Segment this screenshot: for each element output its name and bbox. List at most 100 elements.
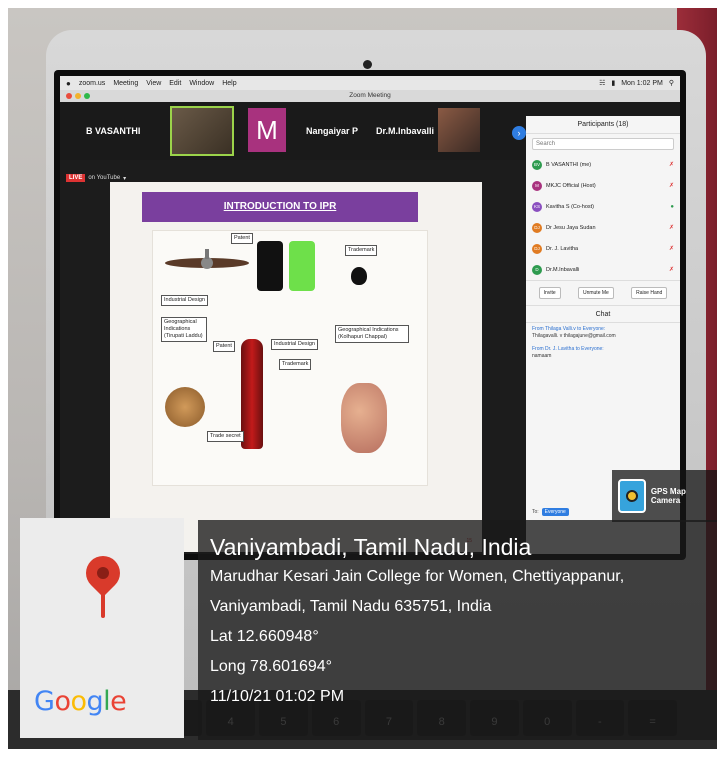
latitude: Lat 12.660948° xyxy=(210,628,319,645)
participant-avatar: DJ xyxy=(532,243,542,254)
window-titlebar: Zoom Meeting xyxy=(60,90,680,102)
tile-name-3: Dr.M.Inbavalli xyxy=(376,126,435,136)
participant-name: Kavitha S (Co-host) xyxy=(546,203,594,210)
participant-row[interactable]: BV B VASANTHI (me) ✗ xyxy=(526,154,680,175)
participants-search-input[interactable]: Search xyxy=(532,138,674,150)
chat-message: From Dr. J. Lavitha to Everyone: namaam xyxy=(526,343,680,363)
coca-cola-bottle-image xyxy=(241,339,263,449)
chat-title: Chat xyxy=(526,305,680,323)
participants-title: Participants (18) xyxy=(526,116,680,134)
shared-slide: INTRODUCTION TO IPR Patent Trademark Ind… xyxy=(110,182,482,552)
chat-recipient: To: Everyone xyxy=(532,508,569,516)
participant-avatar: M xyxy=(532,180,542,191)
mic-icon[interactable]: ● xyxy=(670,204,674,210)
ceiling-fan-image xyxy=(163,249,251,279)
participant-row[interactable]: DJ Dr. J. Lavitha ✗ xyxy=(526,238,680,259)
mic-muted-icon[interactable]: ✗ xyxy=(669,245,674,252)
tile-name-2: Nangaiyar P xyxy=(306,126,359,136)
apple-menu-icon[interactable]: ● xyxy=(66,79,71,88)
invite-button[interactable]: Invite xyxy=(538,287,561,299)
search-icon[interactable]: ⚲ xyxy=(669,79,674,87)
gps-app-label: GPS Map Camera xyxy=(650,487,686,505)
live-label: on YouTube xyxy=(88,175,121,181)
label-geo-left: Geographical Indications (Tirupati Laddu… xyxy=(161,317,207,342)
map-pin-icon xyxy=(78,548,128,598)
menu-app[interactable]: zoom.us xyxy=(79,80,105,87)
google-logo: Google xyxy=(34,686,127,717)
video-tile-active[interactable] xyxy=(170,106,234,156)
label-geo-right: Geographical Indications (Kolhapuri Chap… xyxy=(335,325,409,343)
mic-muted-icon[interactable]: ✗ xyxy=(669,224,674,231)
minimize-icon[interactable] xyxy=(75,93,81,99)
clock[interactable]: Mon 1:02 PM xyxy=(621,80,663,87)
participant-avatar: D xyxy=(532,264,542,275)
webcam xyxy=(363,60,372,69)
location-place: Vaniyambadi, Tamil Nadu, India xyxy=(210,534,532,560)
participant-name: Dr. J. Lavitha xyxy=(546,245,579,252)
participant-avatar: BV xyxy=(532,159,542,170)
apple-logo-image xyxy=(351,267,367,285)
slide-title: INTRODUCTION TO IPR xyxy=(142,192,418,222)
longitude: Long 78.601694° xyxy=(210,658,333,675)
address-line-2: Vaniyambadi, Tamil Nadu 635751, India xyxy=(210,598,492,615)
live-badge: LIVE xyxy=(66,174,86,182)
address-line-1: Marudhar Kesari Jain College for Women, … xyxy=(210,568,625,585)
chat-sender: From Dr. J. Lavitha to Everyone: xyxy=(532,346,604,352)
menu-edit[interactable]: Edit xyxy=(169,80,181,87)
participant-name: MKJC Official (Host) xyxy=(546,182,596,189)
gps-camera-icon xyxy=(618,479,646,513)
close-icon[interactable] xyxy=(66,93,72,99)
laptop-screen: ● zoom.us Meeting View Edit Window Help … xyxy=(60,76,680,554)
mic-muted-icon[interactable]: ✗ xyxy=(669,161,674,168)
menu-help[interactable]: Help xyxy=(222,80,236,87)
location-info: Vaniyambadi, Tamil Nadu, India Marudhar … xyxy=(198,520,717,740)
slide-content: Patent Trademark Industrial Design Geogr… xyxy=(152,230,428,486)
label-industrial-design-left: Industrial Design xyxy=(161,295,208,306)
menubar-status: ☵ ▮ Mon 1:02 PM ⚲ xyxy=(599,79,674,88)
map-pin-tail xyxy=(101,592,105,618)
chat-recipient-select[interactable]: Everyone xyxy=(541,508,569,516)
avatar-tile[interactable]: M xyxy=(248,108,286,152)
chat-text: Thilagavalli. v thilagajune@gmail.com xyxy=(532,333,616,339)
mic-muted-icon[interactable]: ✗ xyxy=(669,182,674,189)
unmute-button[interactable]: Unmute Me xyxy=(577,287,614,299)
black-phone-image xyxy=(257,241,283,291)
participant-name: Dr.M.Inbavalli xyxy=(546,266,580,273)
video-tile-photo[interactable] xyxy=(438,108,480,152)
live-indicator[interactable]: LIVE on YouTube ▾ xyxy=(66,174,126,182)
participant-row[interactable]: D Dr.M.Inbavalli ✗ xyxy=(526,259,680,280)
window-title: Zoom Meeting xyxy=(349,92,391,99)
label-trade-secret: Trade secret xyxy=(207,431,244,442)
datetime: 11/10/21 01:02 PM xyxy=(210,688,345,705)
battery-icon[interactable]: ▮ xyxy=(611,79,615,87)
maximize-icon[interactable] xyxy=(84,93,90,99)
next-page-button[interactable]: › xyxy=(512,126,526,140)
wifi-icon[interactable]: ☵ xyxy=(599,79,605,87)
tile-name-1: B VASANTHI xyxy=(86,126,141,136)
mic-muted-icon[interactable]: ✗ xyxy=(669,266,674,273)
menu-meeting[interactable]: Meeting xyxy=(113,80,138,87)
raise-hand-button[interactable]: Raise Hand xyxy=(631,287,668,299)
chat-message: From Thilaga Valli.v to Everyone: Thilag… xyxy=(526,323,680,343)
map-card: Google xyxy=(20,518,184,738)
laddu-image xyxy=(165,387,205,427)
participant-row[interactable]: DJ Dr Jesu Jaya Sudan ✗ xyxy=(526,217,680,238)
label-industrial-design-mid: Industrial Design xyxy=(271,339,318,350)
chappal-image xyxy=(341,383,387,453)
menu-view[interactable]: View xyxy=(146,80,161,87)
participant-name: Dr Jesu Jaya Sudan xyxy=(546,224,596,231)
chat-to-label: To: xyxy=(532,509,539,515)
participant-avatar: KS xyxy=(532,201,542,212)
label-trademark-top: Trademark xyxy=(345,245,378,256)
participant-row[interactable]: KS Kavitha S (Co-host) ● xyxy=(526,196,680,217)
menu-window[interactable]: Window xyxy=(189,80,214,87)
participants-buttons: Invite Unmute Me Raise Hand xyxy=(526,280,680,305)
participant-name: B VASANTHI (me) xyxy=(546,161,592,168)
window-controls xyxy=(66,93,90,99)
participant-avatar: DJ xyxy=(532,222,542,233)
label-patent-mid: Patent xyxy=(213,341,235,352)
participant-row[interactable]: M MKJC Official (Host) ✗ xyxy=(526,175,680,196)
label-trademark-mid: Trademark xyxy=(279,359,312,370)
mac-menubar: ● zoom.us Meeting View Edit Window Help … xyxy=(60,76,680,90)
chat-text: namaam xyxy=(532,353,552,359)
